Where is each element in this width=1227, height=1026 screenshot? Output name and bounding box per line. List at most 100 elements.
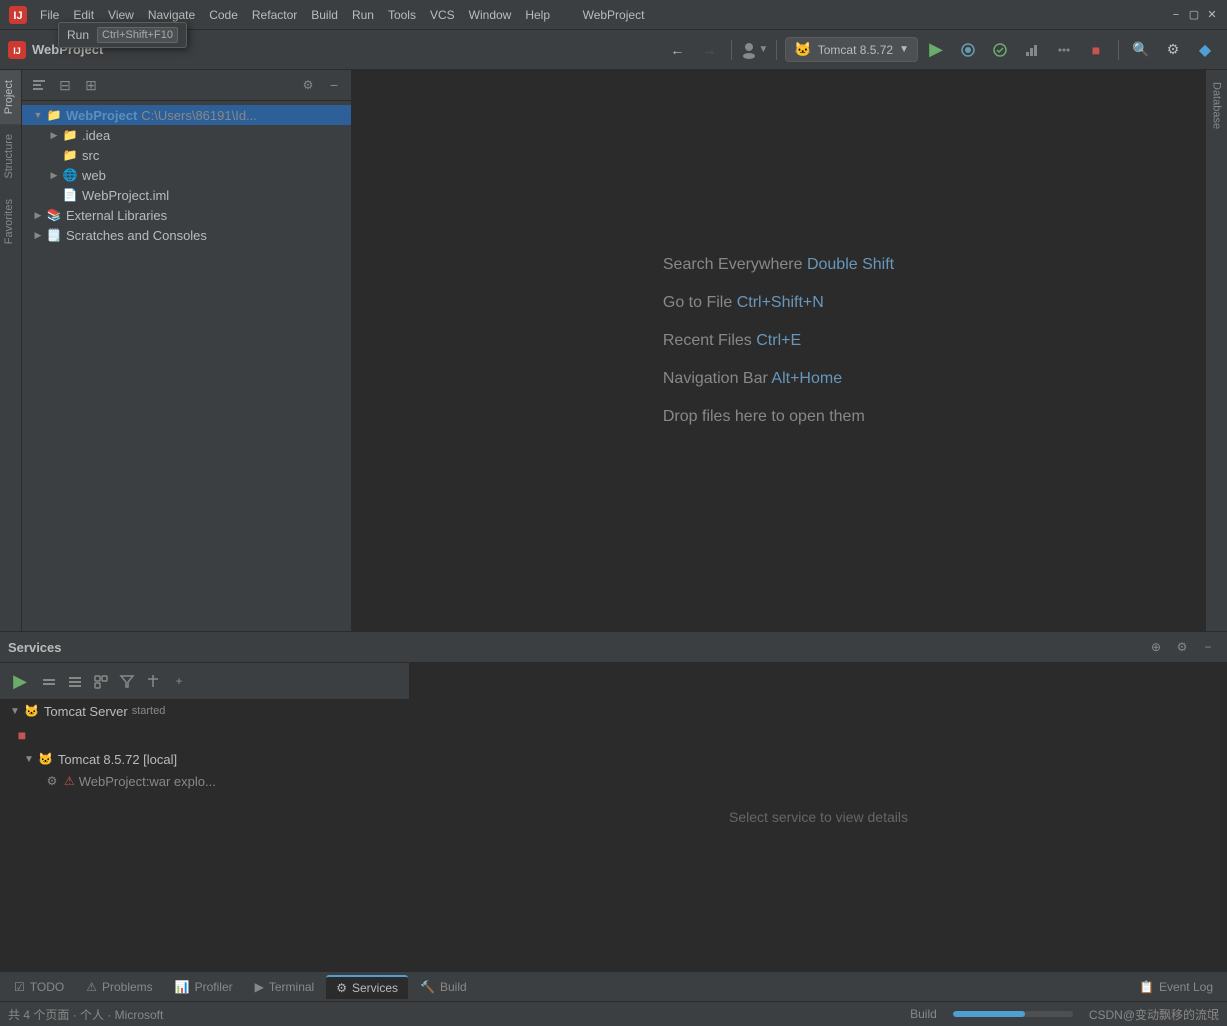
tree-scratches-item[interactable]: ▶ 🗒️ Scratches and Consoles [22,225,351,245]
toolbar-separator-1 [731,40,732,60]
settings-button[interactable]: ⚙ [1159,36,1187,64]
favorites-tab-vertical[interactable]: Favorites [0,189,21,254]
services-settings-button[interactable]: ⚙ [1171,636,1193,658]
tomcat-server-arrow[interactable]: ▼ [10,706,20,717]
coverage-button[interactable] [986,36,1014,64]
services-panel-header: Services ⊕ ⚙ − [0,632,1227,663]
restore-button[interactable]: ▢ [1187,8,1201,22]
hint-nav-bar-shortcut: Alt+Home [771,370,842,387]
menu-navigate[interactable]: Navigate [142,6,201,24]
root-path: C:\Users\86191\Id... [141,108,257,123]
svc-tomcat-server-item[interactable]: ▼ 🐱 Tomcat Server started [0,700,409,722]
services-group-button[interactable] [90,670,112,692]
idea-arrow[interactable]: ▶ [46,127,62,143]
search-everywhere-button[interactable]: 🔍 [1127,36,1155,64]
services-expand-all[interactable] [64,670,86,692]
run-configuration-selector[interactable]: 🐱 Tomcat 8.5.72 ▼ [785,37,918,62]
web-arrow[interactable]: ▶ [46,167,62,183]
profiler-icon: 📊 [175,980,190,994]
tree-ext-libs-item[interactable]: ▶ 📚 External Libraries [22,205,351,225]
build-tab[interactable]: 🔨 Build [410,976,477,998]
hint-goto-file-text: Go to File [663,294,737,311]
hint-recent-files: Recent Files Ctrl+E [663,332,894,350]
menu-view[interactable]: View [102,6,140,24]
event-log-label: Event Log [1159,980,1213,994]
tomcat-instance-arrow[interactable]: ▼ [24,754,34,765]
war-label: WebProject:war explo... [79,774,216,789]
menu-refactor[interactable]: Refactor [246,6,303,24]
database-tab[interactable]: Database [1209,74,1225,137]
account-icon[interactable]: ▼ [740,36,768,64]
terminal-label: Terminal [269,980,314,994]
svc-tomcat-instance-item[interactable]: ▼ 🐱 Tomcat 8.5.72 [local] [0,748,409,770]
project-tab-vertical[interactable]: Project [0,70,21,124]
profiler-tab[interactable]: 📊 Profiler [165,976,243,998]
stop-button[interactable]: ■ [1082,36,1110,64]
todo-icon: ☑ [14,980,25,994]
navigate-forward-button[interactable]: → [695,36,723,64]
menu-edit[interactable]: Edit [67,6,100,24]
hint-nav-bar: Navigation Bar Alt+Home [663,370,894,388]
add-service-button[interactable]: ⊕ [1145,636,1167,658]
root-collapse-arrow[interactable]: ▼ [30,107,46,123]
services-filter-button[interactable] [116,670,138,692]
panel-settings-button[interactable]: ⚙ [297,74,319,96]
ext-libs-icon: 📚 [46,207,62,223]
collapse-all-button[interactable]: ⊟ [54,74,76,96]
jetbrains-updates-icon[interactable]: ◆ [1191,36,1219,64]
idea-label: .idea [82,128,110,143]
services-add-button[interactable]: + [168,670,190,692]
src-folder-icon: 📁 [62,147,78,163]
svg-text:IJ: IJ [13,10,22,22]
services-pin-button[interactable] [142,670,164,692]
navigate-back-button[interactable]: ← [663,36,691,64]
tomcat-server-label: Tomcat Server [44,704,128,719]
services-tree: ▼ 🐱 Tomcat Server started ■ ▼ 🐱 Tomcat 8… [0,700,409,971]
menu-code[interactable]: Code [203,6,244,24]
event-log-tab[interactable]: 📋 Event Log [1129,976,1223,998]
debug-button[interactable] [954,36,982,64]
expand-all-button[interactable]: ⊞ [80,74,102,96]
services-minimize-button[interactable]: − [1197,636,1219,658]
profile-button[interactable] [1018,36,1046,64]
svc-stop-row: ■ [0,722,409,748]
menu-file[interactable]: File [34,6,65,24]
project-tree: ▼ 📁 WebProject C:\Users\86191\Id... ▶ 📁 … [22,101,351,631]
hint-drop-files: Drop files here to open them [663,408,894,426]
menu-vcs[interactable]: VCS [424,6,461,24]
todo-tab[interactable]: ☑ TODO [4,976,74,998]
profiler-label: Profiler [195,980,233,994]
tree-iml-item[interactable]: ▶ 📄 WebProject.iml [22,185,351,205]
scroll-from-source-button[interactable] [28,74,50,96]
menu-help[interactable]: Help [519,6,556,24]
menu-run[interactable]: Run [346,6,380,24]
war-icon: ⚙ [44,773,60,789]
tree-web-item[interactable]: ▶ 🌐 web [22,165,351,185]
menu-window[interactable]: Window [463,6,518,24]
problems-tab[interactable]: ⚠ Problems [76,976,162,998]
services-tab[interactable]: ⚙ Services [326,975,408,999]
ext-libs-arrow[interactable]: ▶ [30,207,46,223]
svc-war-item[interactable]: ⚙ ⚠ WebProject:war explo... [0,770,409,792]
run-button[interactable]: ▶ [922,36,950,64]
build-label: Build [440,980,467,994]
menu-tools[interactable]: Tools [382,6,422,24]
panel-close-button[interactable]: − [323,74,345,96]
tree-idea-item[interactable]: ▶ 📁 .idea [22,125,351,145]
tree-root-item[interactable]: ▼ 📁 WebProject C:\Users\86191\Id... [22,105,351,125]
minimize-button[interactable]: − [1169,8,1183,22]
services-icon: ⚙ [336,981,347,995]
structure-tab-vertical[interactable]: Structure [0,124,21,189]
editor-hints: Search Everywhere Double Shift Go to Fil… [663,256,894,446]
tomcat-instance-icon: 🐱 [38,751,54,767]
menu-build[interactable]: Build [305,6,344,24]
close-button[interactable]: ✕ [1205,8,1219,22]
services-collapse-all[interactable] [38,670,60,692]
more-run-actions-button[interactable] [1050,36,1078,64]
terminal-tab[interactable]: ▶ Terminal [245,976,325,998]
svc-stop-button[interactable]: ■ [8,724,36,746]
toolbar-separator-2 [776,40,777,60]
tree-src-item[interactable]: ▶ 📁 src [22,145,351,165]
scratches-arrow[interactable]: ▶ [30,227,46,243]
services-run-button[interactable]: ▶ [6,667,34,695]
